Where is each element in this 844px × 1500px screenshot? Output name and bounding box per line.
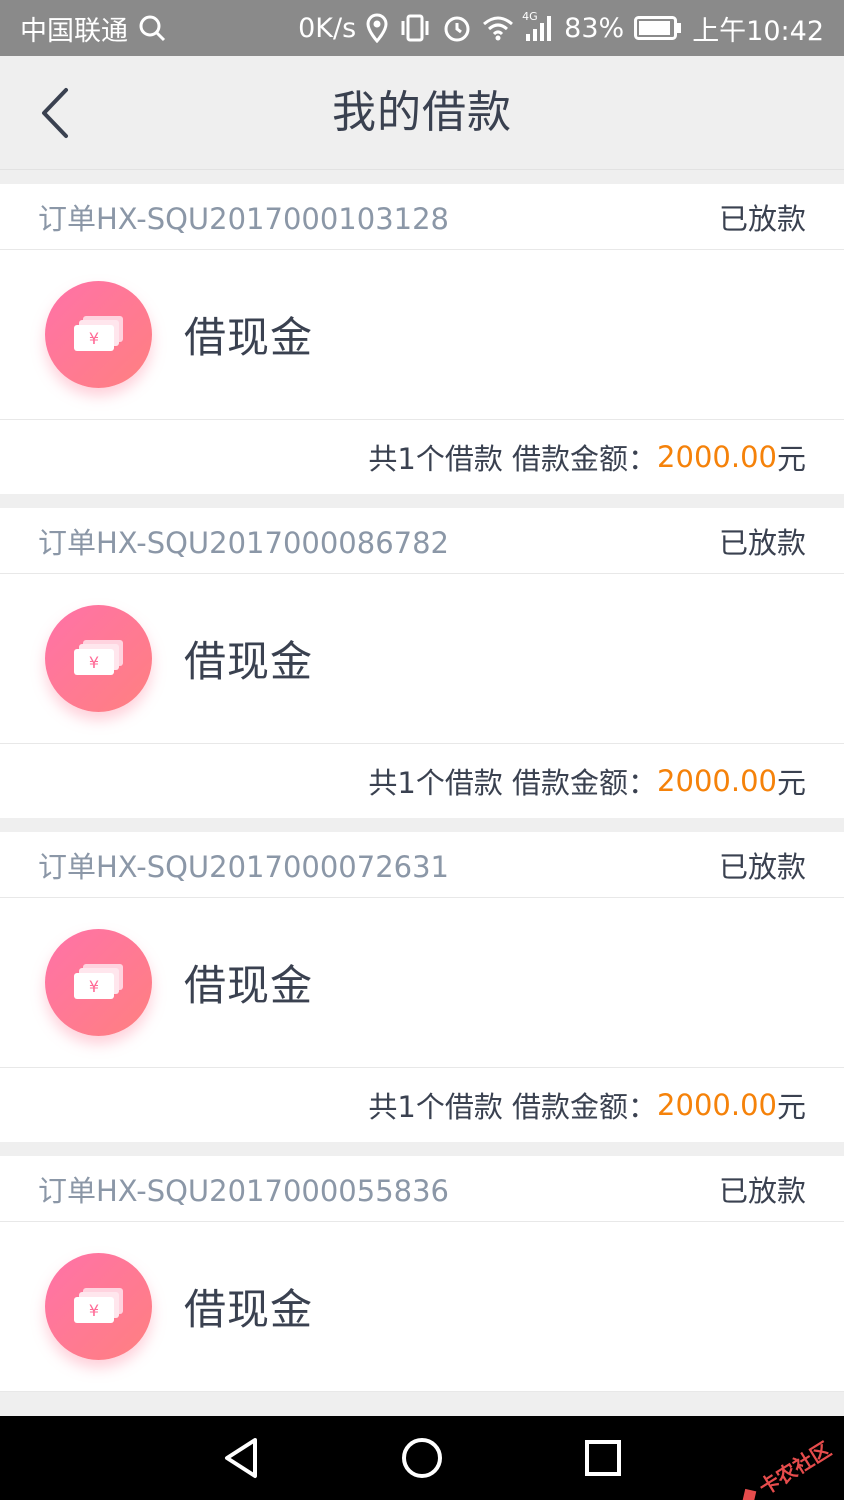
app-header: 我的借款 xyxy=(0,56,844,170)
battery-icon xyxy=(634,12,682,44)
loan-amount: 2000.00 xyxy=(657,440,777,474)
back-button[interactable] xyxy=(20,78,90,148)
order-summary: 共1个借款 借款金额： xyxy=(368,766,658,800)
order-id: 订单HX-SQU2017000055836 xyxy=(38,1173,450,1208)
status-right: 0K/s 4G 83% 上午10:42 xyxy=(298,9,824,48)
cash-icon: ¥ xyxy=(45,929,152,1036)
clock-time: 上午10:42 xyxy=(692,15,824,47)
order-id: 订单HX-SQU2017000103128 xyxy=(38,201,450,236)
product-name: 借现金 xyxy=(184,313,314,362)
triangle-back-icon xyxy=(224,1438,257,1478)
order-body[interactable]: ¥ 借现金 xyxy=(0,1222,844,1392)
order-body[interactable]: ¥ 借现金 xyxy=(0,250,844,420)
chevron-left-icon xyxy=(42,88,68,138)
order-status: 已放款 xyxy=(718,201,806,236)
cash-icon: ¥ xyxy=(45,605,152,712)
loan-amount: 2000.00 xyxy=(657,1088,777,1122)
loan-amount: 2000.00 xyxy=(657,764,777,798)
page-title: 我的借款 xyxy=(332,87,512,138)
currency-symbol: ¥ xyxy=(88,977,98,996)
product-name: 借现金 xyxy=(184,1285,314,1334)
cash-icon: ¥ xyxy=(45,281,152,388)
currency-symbol: ¥ xyxy=(88,653,98,672)
product-name: 借现金 xyxy=(184,637,314,686)
signal-icon: 4G xyxy=(522,10,554,44)
order-header: 订单HX-SQU2017000103128 已放款 xyxy=(0,184,844,250)
order-footer: 共1个借款 借款金额： 2000.00 元 xyxy=(0,420,844,494)
status-left: 中国联通 xyxy=(20,9,166,48)
battery-percent: 83% xyxy=(564,12,625,44)
order-header: 订单HX-SQU2017000055836 已放款 xyxy=(0,1156,844,1222)
screen: 中国联通 0K/s 4G 83% 上午10:42 我的借款 订单HX-SQU20… xyxy=(0,0,844,1500)
circle-home-icon xyxy=(401,1438,442,1478)
network-speed: 0K/s xyxy=(298,12,357,44)
order-summary: 共1个借款 借款金额： xyxy=(368,1090,658,1124)
watermark-text: 卡农社区 xyxy=(754,1437,836,1500)
carrier-name: 中国联通 xyxy=(20,15,128,47)
amount-unit: 元 xyxy=(776,442,806,476)
order-status: 已放款 xyxy=(718,1173,806,1208)
system-nav-bar: 卡农社区 xyxy=(0,1416,844,1500)
order-footer: 共1个借款 借款金额： 2000.00 元 xyxy=(0,1068,844,1142)
order-card[interactable]: 订单HX-SQU2017000103128 已放款 ¥ 借现金 共1个借款 借款… xyxy=(0,184,844,494)
order-list: 订单HX-SQU2017000103128 已放款 ¥ 借现金 共1个借款 借款… xyxy=(0,184,844,1416)
wifi-icon xyxy=(482,12,514,44)
product-name: 借现金 xyxy=(184,961,314,1010)
alarm-icon xyxy=(442,12,472,44)
order-header: 订单HX-SQU2017000072631 已放款 xyxy=(0,832,844,898)
amount-unit: 元 xyxy=(776,1090,806,1124)
search-icon xyxy=(138,12,166,44)
watermark: 卡农社区 xyxy=(732,1434,836,1500)
order-header: 订单HX-SQU2017000086782 已放款 xyxy=(0,508,844,574)
status-bar: 中国联通 0K/s 4G 83% 上午10:42 xyxy=(0,0,844,56)
order-status: 已放款 xyxy=(718,525,806,560)
nav-back-button[interactable] xyxy=(201,1418,281,1498)
order-card[interactable]: 订单HX-SQU2017000072631 已放款 ¥ 借现金 共1个借款 借款… xyxy=(0,832,844,1142)
network-type: 4G xyxy=(522,10,538,23)
order-status: 已放款 xyxy=(718,849,806,884)
amount-unit: 元 xyxy=(776,766,806,800)
cash-icon: ¥ xyxy=(45,1253,152,1360)
order-body[interactable]: ¥ 借现金 xyxy=(0,574,844,744)
nav-home-button[interactable] xyxy=(382,1418,462,1498)
location-icon xyxy=(366,12,388,44)
order-summary: 共1个借款 借款金额： xyxy=(368,442,658,476)
order-card[interactable]: 订单HX-SQU2017000086782 已放款 ¥ 借现金 共1个借款 借款… xyxy=(0,508,844,818)
currency-symbol: ¥ xyxy=(88,1301,98,1320)
vibrate-icon xyxy=(398,12,432,44)
order-footer: 共1个借款 借款金额： 2000.00 元 xyxy=(0,744,844,818)
nav-recent-button[interactable] xyxy=(563,1418,643,1498)
order-card[interactable]: 订单HX-SQU2017000055836 已放款 ¥ 借现金 xyxy=(0,1156,844,1392)
currency-symbol: ¥ xyxy=(88,329,98,348)
order-id: 订单HX-SQU2017000072631 xyxy=(38,849,450,884)
order-body[interactable]: ¥ 借现金 xyxy=(0,898,844,1068)
square-recent-icon xyxy=(585,1440,622,1476)
order-id: 订单HX-SQU2017000086782 xyxy=(38,525,450,560)
